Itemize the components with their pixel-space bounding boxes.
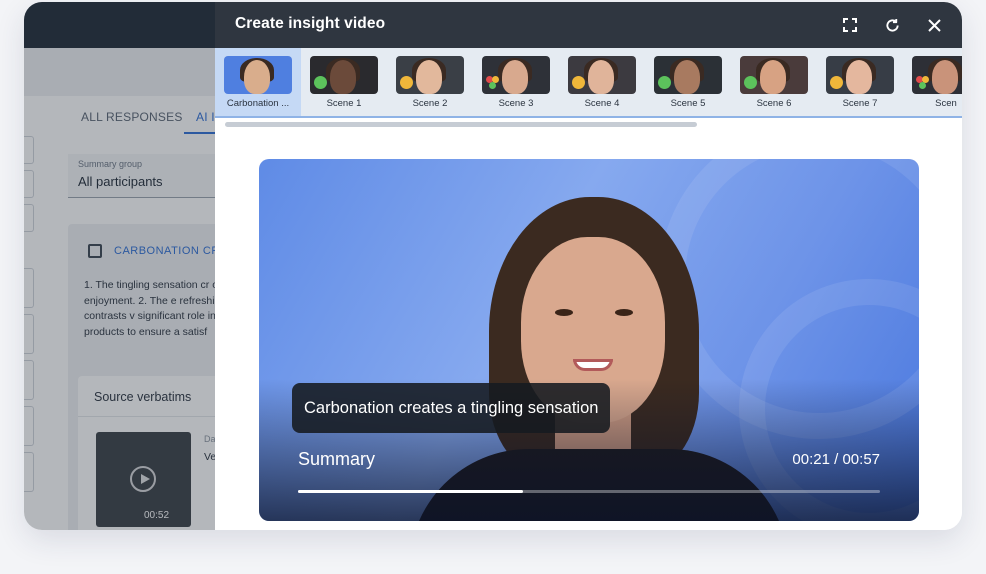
scene-item[interactable]: Scene 6: [731, 48, 817, 116]
refresh-icon[interactable]: [881, 14, 903, 36]
scene-label: Scene 7: [842, 98, 878, 109]
thumbnail-face: [674, 60, 700, 94]
video-player[interactable]: Carbonation creates a tingling sensation…: [259, 159, 919, 521]
thumbnail-face: [760, 60, 786, 94]
modal-title: Create insight video: [235, 15, 386, 32]
sentiment-emoji-icon: [486, 76, 499, 89]
close-icon[interactable]: [923, 14, 945, 36]
thumbnail-face: [244, 60, 270, 94]
modal-overlay[interactable]: [24, 2, 215, 530]
presenter-eye: [615, 309, 633, 316]
scene-label: Scen: [935, 98, 957, 109]
sentiment-emoji-icon: [830, 76, 843, 89]
presenter-mouth: [573, 359, 613, 371]
scene-thumbnail: [740, 56, 808, 94]
scene-item[interactable]: Scene 2: [387, 48, 473, 116]
scene-item[interactable]: Scene 1: [301, 48, 387, 116]
scene-strip-scrollbar-thumb[interactable]: [225, 122, 697, 127]
scene-item[interactable]: Scene 7: [817, 48, 903, 116]
sentiment-emoji-icon: [314, 76, 327, 89]
sentiment-emoji-icon: [400, 76, 413, 89]
sentiment-emoji-icon: [658, 76, 671, 89]
fullscreen-icon[interactable]: [839, 14, 861, 36]
scene-thumbnail: [568, 56, 636, 94]
thumbnail-face: [932, 60, 958, 94]
scene-label: Scene 6: [756, 98, 792, 109]
scene-thumbnail: [826, 56, 894, 94]
presenter-eye: [555, 309, 573, 316]
scene-thumbnail: [396, 56, 464, 94]
thumbnail-face: [330, 60, 356, 94]
scene-thumbnail: [654, 56, 722, 94]
scene-label: Scene 3: [498, 98, 534, 109]
scene-label: Scene 1: [326, 98, 362, 109]
scene-item[interactable]: Carbonation ...: [215, 48, 301, 116]
video-progress-bar[interactable]: [298, 490, 880, 493]
thumbnail-face: [846, 60, 872, 94]
sentiment-emoji-icon: [572, 76, 585, 89]
scene-strip: Carbonation ... Scene 1 Scene 2 Scene 3 Scen…: [215, 48, 962, 118]
scene-item[interactable]: Scene 4: [559, 48, 645, 116]
modal-header: Create insight video: [215, 2, 962, 48]
video-section-title: Summary: [298, 449, 376, 469]
scene-item[interactable]: Scene 3: [473, 48, 559, 116]
sentiment-emoji-icon: [744, 76, 757, 89]
scene-thumbnail: [224, 56, 292, 94]
video-time: 00:21 / 00:57: [792, 451, 880, 468]
thumbnail-face: [502, 60, 528, 94]
insight-video-modal: Create insight video Carbonation ... Scen…: [215, 2, 962, 530]
scene-label: Scene 5: [670, 98, 706, 109]
scene-thumbnail: [912, 56, 962, 94]
scene-label: Scene 4: [584, 98, 620, 109]
thumbnail-face: [416, 60, 442, 94]
scene-item[interactable]: Scen: [903, 48, 962, 116]
scene-thumbnail: [310, 56, 378, 94]
app-frame: ALL RESPONSES AI I Summary group All par…: [24, 2, 962, 530]
thumbnail-face: [588, 60, 614, 94]
scene-label: Scene 2: [412, 98, 448, 109]
scene-thumbnail: [482, 56, 550, 94]
video-progress-fill: [298, 490, 523, 493]
background-app: ALL RESPONSES AI I Summary group All par…: [24, 2, 215, 530]
video-caption: Carbonation creates a tingling sensation: [292, 383, 611, 433]
scene-label: Carbonation ...: [226, 98, 290, 109]
sentiment-emoji-icon: [916, 76, 929, 89]
scene-item[interactable]: Scene 5: [645, 48, 731, 116]
